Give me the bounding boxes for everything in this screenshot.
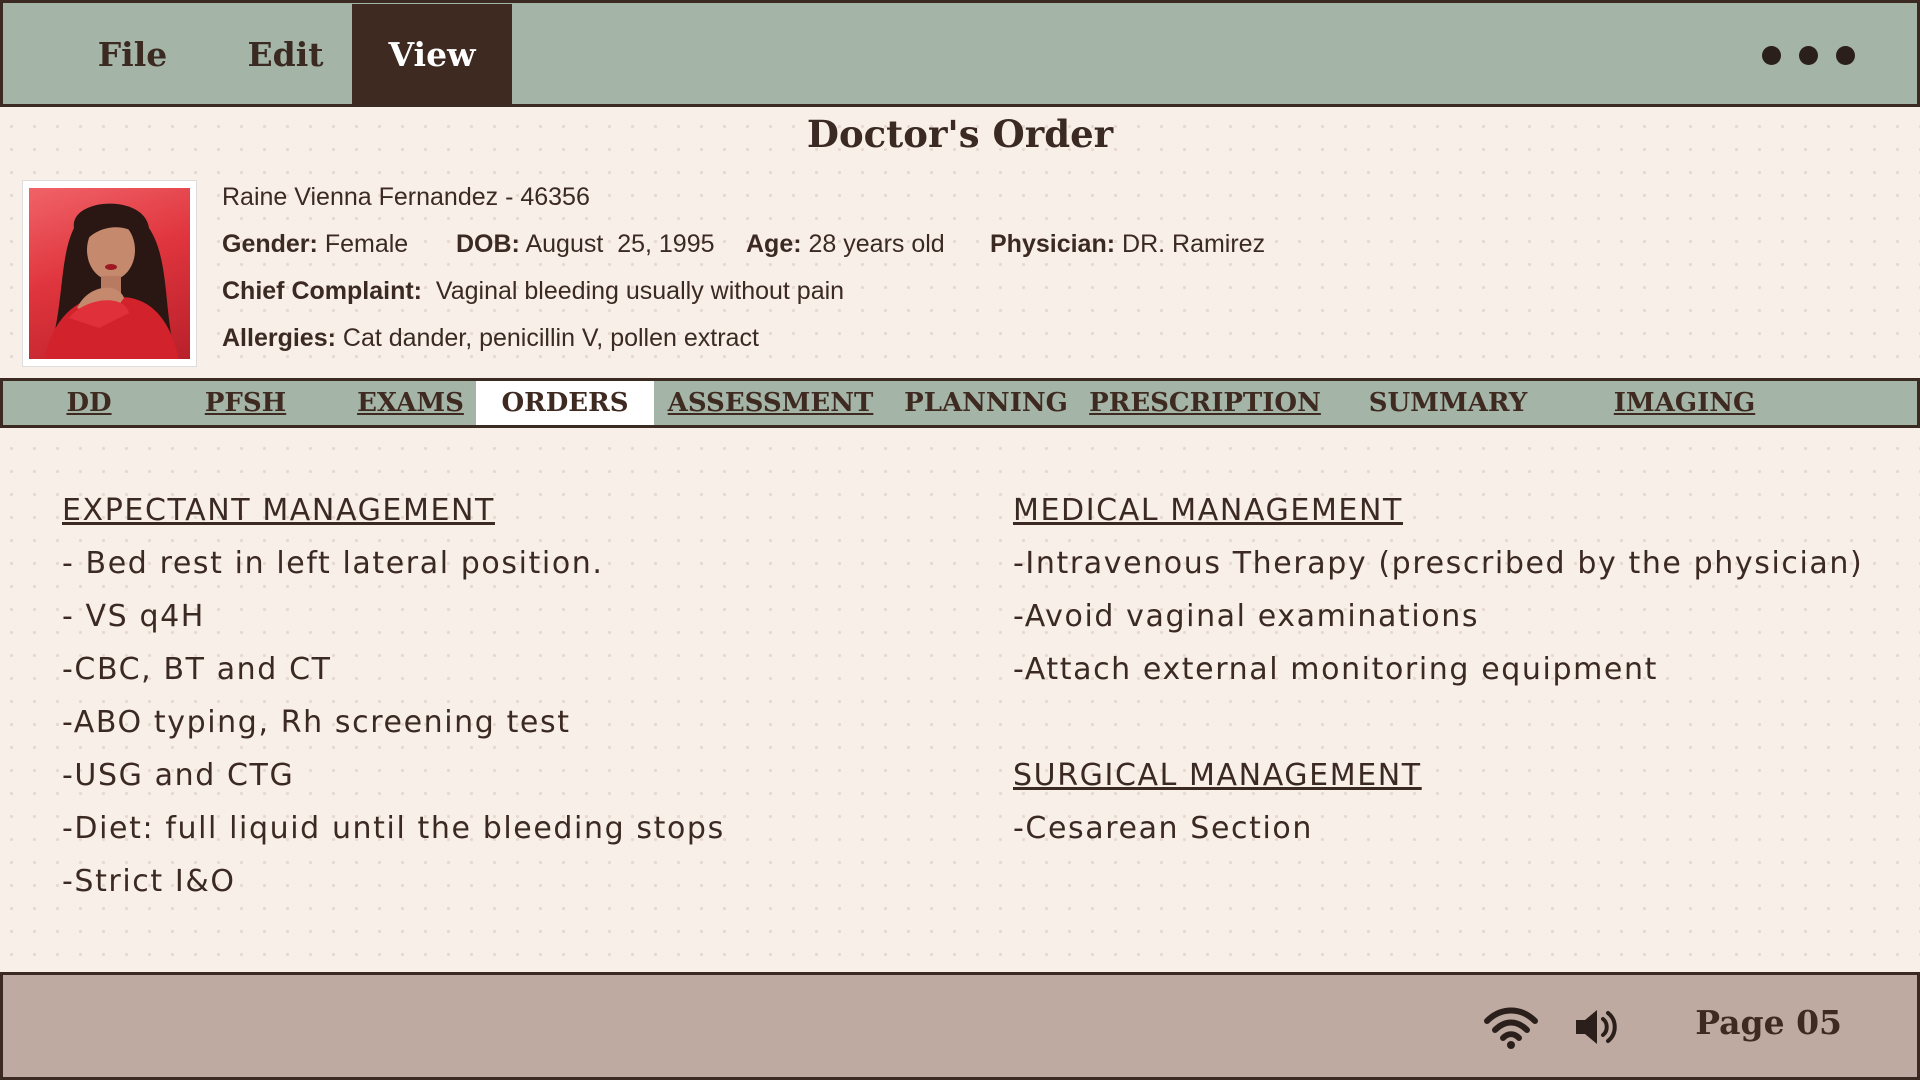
tab-pfsh[interactable]: PFSH bbox=[193, 381, 298, 425]
tab-bar: DD PFSH EXAMS ORDERS ASSESSMENT PLANNING… bbox=[0, 378, 1920, 428]
tab-assessment[interactable]: ASSESSMENT bbox=[668, 381, 874, 425]
order-item: -Diet: full liquid until the bleeding st… bbox=[62, 811, 725, 846]
status-bar: Page 05 bbox=[0, 972, 1920, 1080]
order-item: -Intravenous Therapy (prescribed by the … bbox=[1013, 546, 1864, 581]
surgical-management-title: SURGICAL MANAGEMENT bbox=[1013, 758, 1422, 793]
order-item: -Cesarean Section bbox=[1013, 811, 1313, 846]
order-item: -Attach external monitoring equipment bbox=[1013, 652, 1658, 687]
patient-photo bbox=[22, 180, 197, 367]
page-title: Doctor's Order bbox=[806, 112, 1114, 156]
dot bbox=[1799, 46, 1818, 65]
order-item: -USG and CTG bbox=[62, 758, 295, 793]
order-item: - VS q4H bbox=[62, 599, 205, 634]
expectant-management-title: EXPECTANT MANAGEMENT bbox=[62, 493, 495, 528]
chief-complaint: Chief Complaint: Vaginal bleeding usuall… bbox=[222, 277, 844, 306]
menu-edit[interactable]: Edit bbox=[228, 4, 343, 104]
tab-exams[interactable]: EXAMS bbox=[348, 381, 473, 425]
speaker-icon[interactable] bbox=[1573, 1006, 1619, 1048]
tab-imaging[interactable]: IMAGING bbox=[1603, 381, 1766, 425]
order-item: -CBC, BT and CT bbox=[62, 652, 332, 687]
age-field: Age: 28 years old bbox=[746, 230, 945, 259]
dot bbox=[1836, 46, 1855, 65]
order-item: -Strict I&O bbox=[62, 864, 236, 899]
order-item: -ABO typing, Rh screening test bbox=[62, 705, 571, 740]
portrait-illustration bbox=[44, 203, 179, 359]
dob-label: DOB: bbox=[456, 230, 520, 258]
medical-management-title: MEDICAL MANAGEMENT bbox=[1013, 493, 1403, 528]
tab-planning[interactable]: PLANNING bbox=[901, 381, 1071, 425]
tab-orders[interactable]: ORDERS bbox=[476, 381, 654, 425]
page-number: Page 05 bbox=[1695, 1003, 1842, 1042]
patient-name-id: Raine Vienna Fernandez - 46356 bbox=[222, 183, 590, 211]
order-item: - Bed rest in left lateral position. bbox=[62, 546, 604, 581]
management-right-column: MEDICAL MANAGEMENT -Intravenous Therapy … bbox=[1013, 488, 1863, 859]
gender-field: Gender: Female bbox=[222, 230, 408, 259]
allergies-value: Cat dander, penicillin V, pollen extract bbox=[342, 324, 759, 352]
menu-view[interactable]: View bbox=[352, 4, 512, 104]
tab-summary[interactable]: SUMMARY bbox=[1358, 381, 1538, 425]
physician-field: Physician: DR. Ramirez bbox=[990, 230, 1265, 259]
tab-dd[interactable]: DD bbox=[55, 381, 123, 425]
allergies-label: Allergies: bbox=[222, 324, 336, 352]
tab-prescription[interactable]: PRESCRIPTION bbox=[1089, 381, 1321, 425]
physician-value: DR. Ramirez bbox=[1122, 230, 1266, 258]
allergies: Allergies: Cat dander, penicillin V, pol… bbox=[222, 324, 759, 353]
complaint-label: Chief Complaint: bbox=[222, 277, 422, 305]
dob-field: DOB: August 25, 1995 bbox=[456, 230, 715, 259]
menu-bar: File Edit View bbox=[0, 0, 1920, 107]
patient-photo-image bbox=[29, 188, 190, 359]
complaint-value: Vaginal bleeding usually without pain bbox=[435, 277, 845, 305]
age-value: 28 years old bbox=[808, 230, 945, 258]
expectant-management-section: EXPECTANT MANAGEMENT - Bed rest in left … bbox=[62, 488, 725, 912]
wifi-icon[interactable] bbox=[1483, 1005, 1539, 1049]
menu-file[interactable]: File bbox=[75, 4, 190, 104]
order-item: -Avoid vaginal examinations bbox=[1013, 599, 1480, 634]
gender-value: Female bbox=[324, 230, 409, 258]
more-options-icon[interactable] bbox=[1762, 46, 1855, 65]
age-label: Age: bbox=[746, 230, 802, 258]
dob-value: August 25, 1995 bbox=[525, 230, 715, 258]
dot bbox=[1762, 46, 1781, 65]
physician-label: Physician: bbox=[990, 230, 1116, 258]
gender-label: Gender: bbox=[222, 230, 318, 258]
